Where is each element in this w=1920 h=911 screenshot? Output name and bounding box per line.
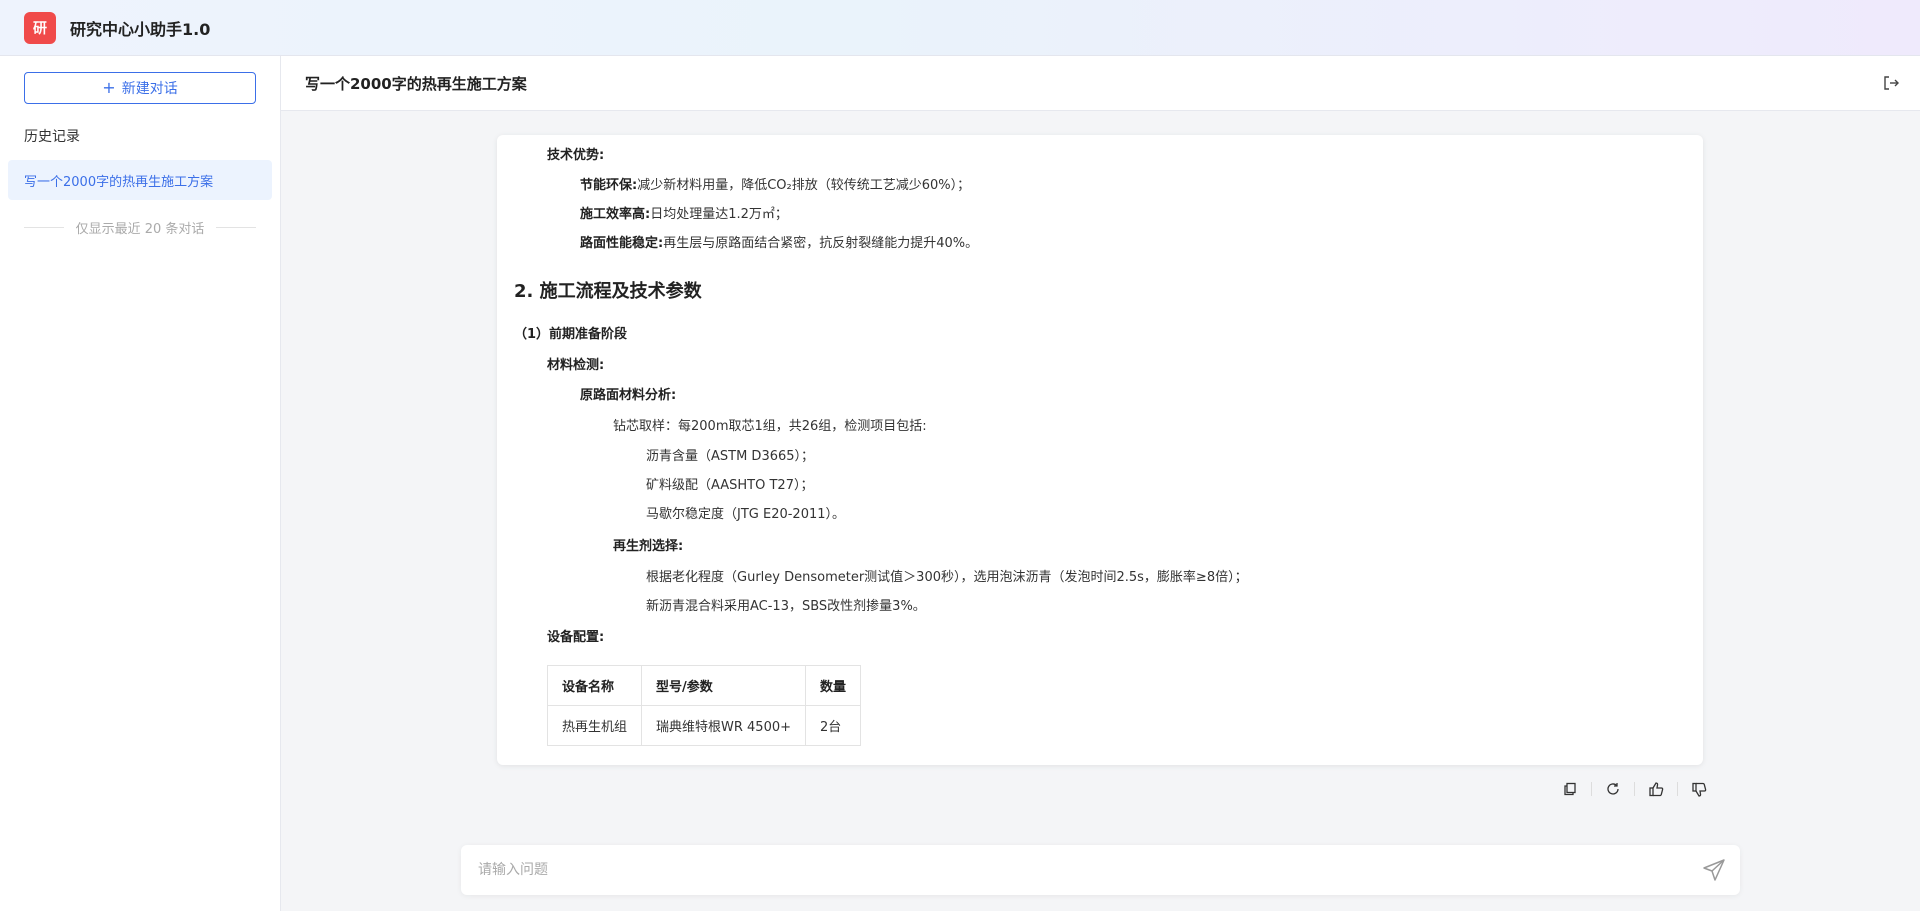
- assistant-message: 技术优势: 节能环保:减少新材料用量，降低CO₂排放（较传统工艺减少60%）； …: [497, 135, 1703, 765]
- thumbs-down-icon: [1691, 782, 1706, 797]
- tech-advantage-title: 技术优势:: [547, 148, 605, 163]
- app-header: 研 研究中心小助手1.0: [0, 0, 1920, 56]
- history-note: 仅显示最近 20 条对话: [24, 218, 256, 237]
- list-item: 矿料级配（AASHTO T27）；: [646, 478, 814, 493]
- copy-button[interactable]: [1559, 778, 1581, 800]
- section-heading: 2. 施工流程及技术参数: [514, 281, 702, 302]
- list-item: 施工效率高:日均处理量达1.2万㎡；: [580, 207, 788, 222]
- main-area: 写一个2000字的热再生施工方案 技术优势: 节能环保:减少新材料用量，降低CO…: [281, 56, 1920, 911]
- table-header-row: 设备名称 型号/参数 数量: [546, 665, 862, 706]
- refresh-icon: [1607, 783, 1619, 795]
- equipment-table: 设备名称 型号/参数 数量 热再生机组 瑞典维特根WR 4500+ 2台: [546, 665, 862, 746]
- send-icon[interactable]: [1702, 858, 1726, 882]
- drill-core-text: 钻芯取样：每200m取芯1组，共26组，检测项目包括:: [613, 419, 927, 434]
- list-item: 路面性能稳定:再生层与原路面结合紧密，抗反射裂缝能力提升40%。: [580, 236, 979, 251]
- list-item: 根据老化程度（Gurley Densometer测试值＞300秒），选用泡沫沥青…: [646, 570, 1248, 585]
- new-chat-button[interactable]: + 新建对话: [24, 72, 256, 104]
- dislike-button[interactable]: [1688, 778, 1710, 800]
- list-item: 节能环保:减少新材料用量，降低CO₂排放（较传统工艺减少60%）；: [580, 178, 971, 193]
- equipment-title: 设备配置:: [547, 630, 605, 645]
- history-note-text: 仅显示最近 20 条对话: [75, 222, 205, 237]
- history-title: 历史记录: [24, 129, 80, 145]
- table-header-cell: 数量: [805, 665, 862, 706]
- list-item: 新沥青混合料采用AC-13，SBS改性剂掺量3%。: [646, 599, 926, 614]
- message-actions: [1559, 778, 1710, 800]
- table-header-cell: 型号/参数: [641, 665, 807, 706]
- like-button[interactable]: [1645, 778, 1667, 800]
- divider: [1677, 782, 1678, 796]
- table-header-cell: 设备名称: [546, 665, 643, 706]
- regenerate-button[interactable]: [1602, 778, 1624, 800]
- list-item: 马歇尔稳定度（JTG E20-2011）。: [646, 507, 846, 522]
- divider: [24, 227, 64, 228]
- question-input[interactable]: [461, 845, 1681, 895]
- chat-input-box: [461, 845, 1740, 895]
- copy-icon: [1564, 782, 1576, 796]
- thumbs-up-icon: [1648, 781, 1663, 796]
- history-item[interactable]: 写一个2000字的热再生施工方案: [8, 160, 272, 200]
- regen-select-label: 再生剂选择:: [613, 539, 684, 554]
- subsection-heading: （1）前期准备阶段: [514, 327, 628, 342]
- table-cell: 热再生机组: [546, 705, 643, 746]
- app-logo: 研: [24, 11, 56, 44]
- plus-icon: +: [102, 78, 116, 97]
- divider: [1591, 782, 1592, 796]
- original-analysis-label: 原路面材料分析:: [580, 388, 677, 403]
- material-test-label: 材料检测:: [547, 358, 605, 373]
- list-item: 沥青含量（ASTM D3665）；: [646, 449, 815, 464]
- divider: [1634, 782, 1635, 796]
- logout-icon[interactable]: [1882, 74, 1900, 92]
- table-cell: 瑞典维特根WR 4500+: [641, 705, 807, 746]
- divider: [216, 227, 256, 228]
- table-row: 热再生机组 瑞典维特根WR 4500+ 2台: [546, 705, 862, 746]
- conversation-title: 写一个2000字的热再生施工方案: [305, 74, 527, 93]
- table-cell: 2台: [805, 705, 862, 746]
- app-title: 研究中心小助手1.0: [70, 19, 211, 39]
- sidebar: + 新建对话 历史记录 写一个2000字的热再生施工方案 仅显示最近 20 条对…: [0, 56, 281, 911]
- new-chat-label: 新建对话: [121, 81, 178, 97]
- conversation-header: 写一个2000字的热再生施工方案: [281, 56, 1920, 111]
